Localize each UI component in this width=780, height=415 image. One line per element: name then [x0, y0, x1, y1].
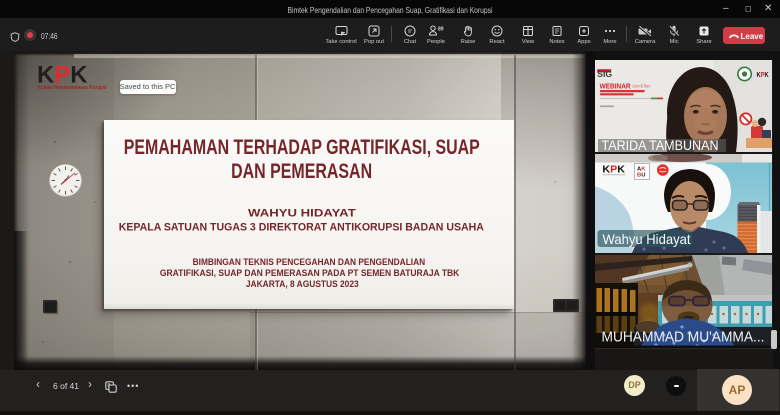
- svg-text:GRATIFIKASI, SUAP DAN PEMERASA: GRATIFIKASI, SUAP DAN PEMERASAN PADA PT …: [160, 268, 460, 278]
- svg-text:PEMAHAMAN TERHADAP GRATIFIKASI: PEMAHAMAN TERHADAP GRATIFIKASI, SUAP: [124, 135, 480, 159]
- svg-text:Wahyu Hidayat: Wahyu Hidayat: [603, 231, 691, 247]
- svg-text:89: 89: [438, 27, 444, 33]
- svg-text:BIMBINGAN TEKNIS PENCEGAHAN DA: BIMBINGAN TEKNIS PENCEGAHAN DAN PENGENDA…: [193, 257, 426, 267]
- svg-text:TARIDA TAMBUNAN: TARIDA TAMBUNAN: [602, 138, 719, 152]
- svg-text:SIG: SIG: [597, 69, 612, 79]
- svg-text:KEPALA SATUAN TUGAS 3 DIREKTOR: KEPALA SATUAN TUGAS 3 DIREKTORAT ANTIKOR…: [119, 221, 484, 233]
- svg-text:KPK: KPK: [757, 70, 770, 79]
- svg-text:MUHAMMAD MU'AMMA...: MUHAMMAD MU'AMMA...: [602, 330, 765, 346]
- svg-text:WAHYU HIDAYAT: WAHYU HIDAYAT: [248, 207, 356, 219]
- svg-text:BU: BU: [637, 172, 645, 178]
- svg-text:WEBINAR: WEBINAR: [600, 81, 632, 90]
- svg-text:Komisi Pemberantasan Korupsi: Komisi Pemberantasan Korupsi: [38, 85, 108, 91]
- svg-text:Learn & Share: Learn & Share: [632, 85, 651, 90]
- svg-text:DAN PEMERASAN: DAN PEMERASAN: [231, 159, 372, 183]
- svg-text:KPK: KPK: [602, 164, 625, 176]
- svg-text:JAKARTA, 8 AGUSTUS 2023: JAKARTA, 8 AGUSTUS 2023: [246, 279, 359, 289]
